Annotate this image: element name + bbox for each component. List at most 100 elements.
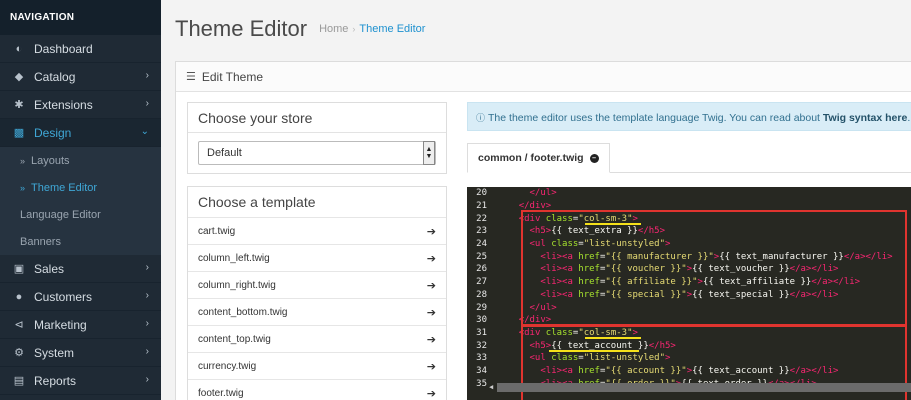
dropdown-arrows-icon[interactable]: ▲ ▼ xyxy=(423,141,435,165)
sidebar: NAVIGATION ◐ Dashboard ◆ Catalog › ✱ Ext… xyxy=(0,0,161,400)
submenu-item-theme-editor[interactable]: » Theme Editor xyxy=(0,174,161,201)
code-editor[interactable]: 20 </ul> 21 </div> 22 <div class="col-sm-3… xyxy=(467,187,911,400)
arrow-right-icon[interactable]: ➔ xyxy=(427,333,436,346)
sidebar-item-dashboard[interactable]: ◐ Dashboard xyxy=(0,35,161,63)
tab-footer-twig[interactable]: common / footer.twig – xyxy=(467,143,610,173)
horizontal-scrollbar[interactable] xyxy=(497,383,911,392)
underline-class-second xyxy=(585,337,641,339)
template-item-label: footer.twig xyxy=(198,387,244,399)
chevron-right-icon: › xyxy=(145,70,149,81)
template-item[interactable]: currency.twig ➔ xyxy=(188,352,446,379)
edit-theme-panel: ☰ Edit Theme Choose your store Default ▲… xyxy=(175,61,911,400)
arrow-right-icon[interactable]: ➔ xyxy=(427,252,436,265)
line-number: 35 xyxy=(476,378,487,389)
template-item[interactable]: cart.twig ➔ xyxy=(188,217,446,244)
breadcrumb-current[interactable]: Theme Editor xyxy=(359,23,425,35)
line-number: 32 xyxy=(476,340,487,351)
template-item[interactable]: content_top.twig ➔ xyxy=(188,325,446,352)
arrow-right-icon[interactable]: ➔ xyxy=(427,279,436,292)
bar-chart-icon: ▤ xyxy=(13,375,25,387)
line-number: 28 xyxy=(476,289,487,300)
double-chevron-icon: » xyxy=(20,182,26,193)
sidebar-item-extensions[interactable]: ✱ Extensions › xyxy=(0,91,161,119)
template-item[interactable]: content_bottom.twig ➔ xyxy=(188,298,446,325)
alert-text: The theme editor uses the template langu… xyxy=(488,112,823,124)
template-list: cart.twig ➔ column_left.twig ➔ column_right.… xyxy=(188,217,446,400)
template-item-label: content_bottom.twig xyxy=(198,306,288,318)
arrow-right-icon[interactable]: ➔ xyxy=(427,360,436,373)
page-header: Theme Editor Home › Theme Editor xyxy=(161,0,911,58)
share-icon: ⊲ xyxy=(14,319,24,331)
sidebar-item-label: Customers xyxy=(34,289,93,304)
scroll-left-icon[interactable]: ◀ xyxy=(489,383,497,392)
submenu-item-language-editor[interactable]: Language Editor xyxy=(0,201,161,228)
chevron-right-icon: › xyxy=(145,374,149,385)
underline-text-account xyxy=(549,350,639,352)
line-number: 34 xyxy=(476,365,487,376)
sidebar-item-label: Catalog xyxy=(34,69,76,84)
chevron-right-icon: › xyxy=(145,318,149,329)
arrow-right-icon[interactable]: ➔ xyxy=(427,306,436,319)
sidebar-item-sales[interactable]: ▣ Sales › xyxy=(0,255,161,283)
line-number: 29 xyxy=(476,302,487,313)
close-tab-icon[interactable]: – xyxy=(589,153,599,163)
arrow-right-icon[interactable]: ➔ xyxy=(427,225,436,238)
design-submenu: » Layouts » Theme Editor Language Editor… xyxy=(0,147,161,255)
sidebar-item-label: Sales xyxy=(34,261,65,276)
user-icon: ● xyxy=(15,290,23,303)
line-number: 27 xyxy=(476,277,487,288)
store-box-title: Choose your store xyxy=(188,103,446,133)
store-select[interactable]: Default ▲ ▼ xyxy=(198,141,436,165)
chevron-right-icon: › xyxy=(145,262,149,273)
sidebar-item-customers[interactable]: ● Customers › xyxy=(0,283,161,311)
template-item[interactable]: footer.twig ➔ xyxy=(188,379,446,400)
info-alert: ⓘ The theme editor uses the template lang… xyxy=(467,102,911,131)
info-circle-icon: ⓘ xyxy=(476,113,486,123)
template-box-title: Choose a template xyxy=(198,194,316,210)
double-chevron-icon: » xyxy=(20,155,26,166)
line-number: 23 xyxy=(476,226,487,237)
template-item[interactable]: column_left.twig ➔ xyxy=(188,244,446,271)
sidebar-item-system[interactable]: ⚙ System › xyxy=(0,339,161,367)
breadcrumb: Home › Theme Editor xyxy=(319,23,425,35)
template-item-label: cart.twig xyxy=(198,225,236,237)
arrow-right-icon[interactable]: ➔ xyxy=(427,387,436,400)
code-line: 20 </ul> xyxy=(467,187,911,200)
monitor-icon: ▩ xyxy=(13,127,25,139)
panel-title: Edit Theme xyxy=(201,69,264,84)
list-icon: ☰ xyxy=(186,71,196,83)
line-number: 30 xyxy=(476,315,487,326)
cart-icon: ▣ xyxy=(13,263,25,275)
store-select-wrap: Default ▲ ▼ xyxy=(188,133,446,173)
template-item-label: column_right.twig xyxy=(198,279,276,291)
underline-class-first xyxy=(585,223,641,225)
sidebar-item-marketing[interactable]: ⊲ Marketing › xyxy=(0,311,161,339)
line-number: 26 xyxy=(476,264,487,275)
sidebar-item-label: Design xyxy=(34,125,72,140)
submenu-item-layouts[interactable]: » Layouts xyxy=(0,147,161,174)
submenu-item-label: Theme Editor xyxy=(31,181,98,194)
template-item-label: content_top.twig xyxy=(198,333,271,345)
chevron-right-icon: › xyxy=(145,98,149,109)
sidebar-item-design[interactable]: ▩ Design ⌄ xyxy=(0,119,161,147)
sidebar-item-label: System xyxy=(34,345,75,360)
template-box: Choose a template cart.twig ➔ column_left.… xyxy=(187,186,447,400)
twig-syntax-link[interactable]: Twig syntax here xyxy=(823,112,907,124)
breadcrumb-home[interactable]: Home xyxy=(319,23,348,35)
highlight-box-first xyxy=(521,210,907,326)
sidebar-item-catalog[interactable]: ◆ Catalog › xyxy=(0,63,161,91)
dashboard-icon: ◐ xyxy=(15,42,23,55)
line-number: 21 xyxy=(476,201,487,212)
line-number: 22 xyxy=(476,213,487,224)
template-item[interactable]: column_right.twig ➔ xyxy=(188,271,446,298)
alert-end: . xyxy=(907,112,911,124)
line-number: 25 xyxy=(476,251,487,262)
template-item-label: currency.twig xyxy=(198,360,257,372)
tag-icon: ◆ xyxy=(14,71,24,83)
sidebar-item-label: Dashboard xyxy=(34,41,93,56)
line-number: 24 xyxy=(476,239,487,250)
line-number: 20 xyxy=(476,188,487,199)
sidebar-item-reports[interactable]: ▤ Reports › xyxy=(0,367,161,395)
line-number: 33 xyxy=(476,353,487,364)
submenu-item-banners[interactable]: Banners xyxy=(0,228,161,255)
